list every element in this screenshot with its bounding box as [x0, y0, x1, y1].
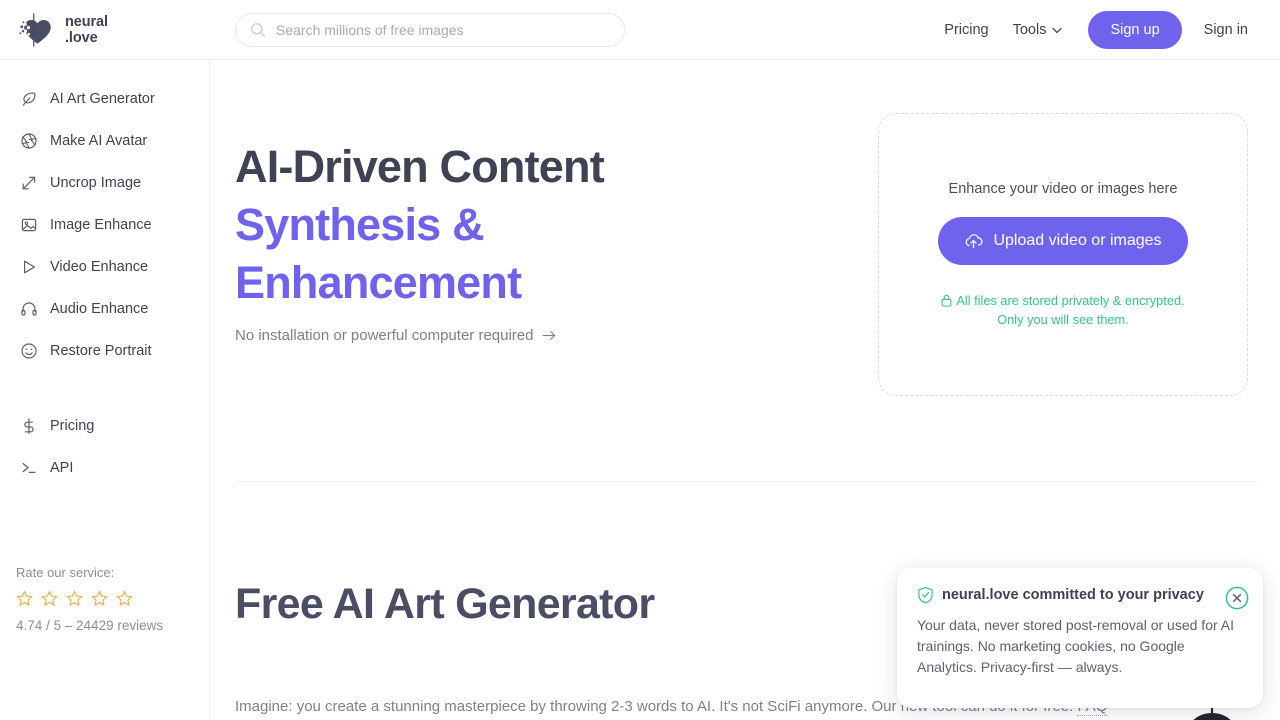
- star-icon[interactable]: [16, 590, 33, 607]
- star-icon[interactable]: [41, 590, 58, 607]
- hero-subtitle-link[interactable]: No installation or powerful computer req…: [235, 327, 556, 344]
- search-input[interactable]: [276, 22, 610, 38]
- sign-in-label: Sign in: [1203, 22, 1248, 38]
- rating-block: Rate our service: 4.74 / 5 – 24429 revie…: [16, 565, 206, 633]
- rating-summary: 4.74 / 5 – 24429 reviews: [16, 618, 164, 633]
- sidebar-label: Restore Portrait: [50, 343, 152, 359]
- aperture-icon: [21, 133, 37, 149]
- terminal-prompt-icon: [22, 462, 36, 474]
- left-sidebar: AI Art Generator Make AI Avatar Uncrop I…: [0, 60, 210, 720]
- sign-in-link[interactable]: Sign in: [1192, 14, 1260, 46]
- search-icon: [251, 23, 266, 38]
- play-triangle-icon: [24, 260, 35, 274]
- close-circle-icon: [1225, 586, 1249, 610]
- sidebar-label: AI Art Generator: [50, 91, 155, 107]
- section-divider: [235, 481, 1258, 482]
- sidebar-item-ai-art-generator[interactable]: AI Art Generator: [0, 86, 209, 112]
- sidebar-divider-space: [0, 380, 209, 413]
- sidebar-item-restore-portrait[interactable]: Restore Portrait: [0, 338, 209, 364]
- sidebar-item-image-enhance[interactable]: Image Enhance: [0, 212, 209, 238]
- privacy-toast-title: neural.love committed to your privacy: [942, 587, 1204, 603]
- sidebar-label: API: [50, 460, 74, 476]
- rating-label: Rate our service:: [16, 565, 115, 580]
- brand-line-2: .love: [65, 30, 98, 46]
- upload-privacy-line-1: All files are stored privately & encrypt…: [956, 292, 1185, 308]
- privacy-toast: neural.love committed to your privacy Yo…: [897, 568, 1263, 708]
- star-rating[interactable]: [16, 590, 206, 607]
- smiley-icon: [21, 343, 37, 359]
- star-icon[interactable]: [116, 590, 133, 607]
- sign-up-button[interactable]: Sign up: [1088, 11, 1182, 49]
- hero-title-line-1: AI-Driven Content: [235, 141, 605, 192]
- upload-button[interactable]: Upload video or images: [938, 216, 1188, 265]
- header-nav: Pricing Tools Sign up Sign in: [932, 0, 1260, 60]
- upload-privacy-line-2: Only you will see them.: [997, 311, 1129, 327]
- upload-heading: Enhance your video or images here: [948, 180, 1178, 197]
- hero-title-line-3: Enhancement: [235, 257, 522, 308]
- lock-icon: [941, 294, 952, 307]
- upload-privacy-note: All files are stored privately & encrypt…: [941, 291, 1185, 329]
- sidebar-label: Make AI Avatar: [50, 133, 148, 149]
- brand-text: neural .love: [65, 14, 108, 46]
- arrow-right-icon: [543, 331, 556, 340]
- nav-tools[interactable]: Tools: [1001, 14, 1075, 46]
- sidebar-label: Uncrop Image: [50, 175, 142, 191]
- upload-button-label: Upload video or images: [993, 231, 1162, 249]
- page-title: AI-Driven Content Synthesis & Enhancemen…: [235, 138, 605, 312]
- headphones-icon: [21, 302, 37, 316]
- sidebar-item-pricing[interactable]: Pricing: [0, 413, 209, 439]
- sidebar-label: Audio Enhance: [50, 301, 149, 317]
- sidebar-label: Video Enhance: [50, 259, 149, 275]
- sidebar-item-api[interactable]: API: [0, 455, 209, 481]
- shield-check-icon: [918, 586, 933, 604]
- expand-arrows-icon: [22, 176, 36, 190]
- star-icon[interactable]: [66, 590, 83, 607]
- hero-title-line-2: Synthesis &: [235, 199, 485, 250]
- hero-section: AI-Driven Content Synthesis & Enhancemen…: [210, 60, 1280, 482]
- brand-logo-link[interactable]: neural .love: [18, 11, 108, 49]
- cloud-upload-icon: [966, 233, 984, 248]
- section-title: Free AI Art Generator: [235, 580, 655, 628]
- dollar-icon: [24, 418, 34, 434]
- privacy-toast-close-button[interactable]: [1225, 586, 1249, 610]
- sidebar-item-audio-enhance[interactable]: Audio Enhance: [0, 296, 209, 322]
- top-header: neural .love Pricing Tools Sign up: [0, 0, 1280, 60]
- sidebar-item-make-ai-avatar[interactable]: Make AI Avatar: [0, 128, 209, 154]
- image-icon: [21, 218, 37, 232]
- upload-dropzone[interactable]: Enhance your video or images here Upload…: [878, 113, 1248, 396]
- feather-icon: [22, 92, 36, 106]
- sidebar-item-uncrop-image[interactable]: Uncrop Image: [0, 170, 209, 196]
- privacy-toast-body: Your data, never stored post-removal or …: [917, 617, 1234, 675]
- section-body-part-1: Imagine: you create a stunning masterpie…: [235, 698, 868, 715]
- chevron-down-icon: [1052, 27, 1063, 33]
- sidebar-label: Pricing: [50, 418, 95, 434]
- hero-subtitle-text: No installation or powerful computer req…: [235, 327, 534, 344]
- brand-line-1: neural: [65, 14, 108, 30]
- search-box[interactable]: [235, 13, 625, 47]
- sidebar-label: Image Enhance: [50, 217, 152, 233]
- nav-tools-label: Tools: [1012, 22, 1047, 38]
- privacy-toast-header: neural.love committed to your privacy: [917, 586, 1243, 604]
- star-icon[interactable]: [91, 590, 108, 607]
- heart-logo-icon: [19, 13, 51, 47]
- sidebar-item-video-enhance[interactable]: Video Enhance: [0, 254, 209, 280]
- app-root: neural .love Pricing Tools Sign up: [0, 0, 1280, 720]
- nav-pricing[interactable]: Pricing: [932, 14, 1000, 46]
- nav-pricing-label: Pricing: [944, 22, 989, 38]
